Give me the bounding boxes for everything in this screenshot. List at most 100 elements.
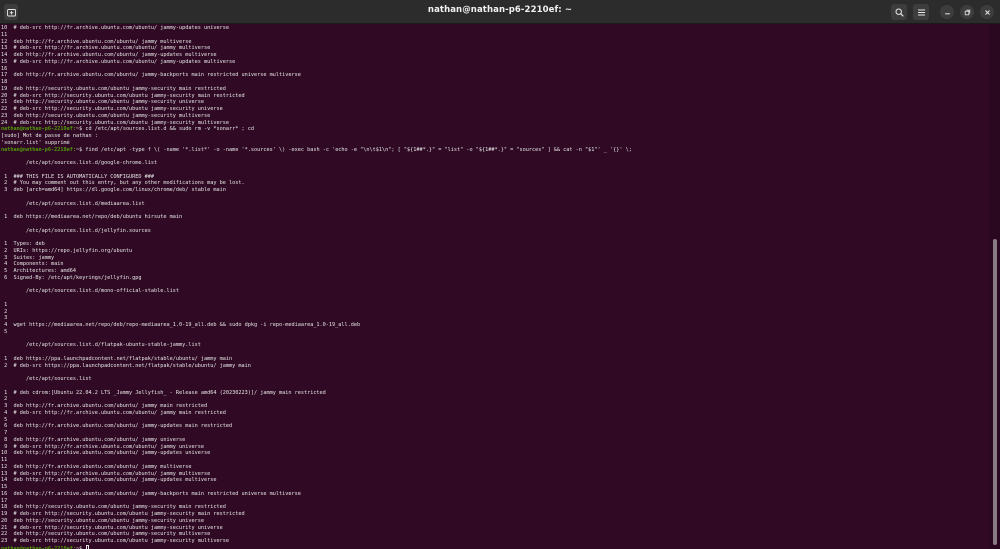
menu-icon	[917, 9, 925, 15]
line-text: ~$ cd /etc/apt/sources.list.d && sudo rm…	[75, 126, 254, 133]
terminal-line: 1	[1, 302, 632, 309]
line-text: 22 # deb-src http://security.ubuntu.com/…	[1, 106, 223, 112]
shell-prompt: nathan@nathan-p6-2210ef:	[1, 146, 76, 153]
restore-button[interactable]	[960, 5, 974, 19]
terminal-line: 3 deb [arch=amd64] https://dl.google.com…	[1, 187, 632, 194]
terminal-line: 6 deb http://fr.archive.ubuntu.com/ubunt…	[1, 423, 632, 430]
line-text: 17	[1, 497, 8, 504]
restore-icon	[964, 9, 970, 15]
line-text: 5 Architectures: amd64	[1, 268, 76, 274]
terminal-line: 19 # deb-src http://security.ubuntu.com/…	[1, 511, 632, 518]
scrollbar-thumb[interactable]	[993, 239, 997, 545]
line-text: 3 deb [arch=amd64] https://dl.google.com…	[1, 187, 226, 193]
line-text: 21 deb http://security.ubuntu.com/ubuntu…	[1, 99, 205, 106]
line-text: ~$ find /etc/apt -type f \( -name '*.lis…	[75, 146, 632, 153]
line-text: 2 URIs: https://repo.jellyfin.org/ubuntu	[1, 247, 133, 254]
line-text: 9 # deb-src http://fr.archive.ubuntu.com…	[1, 443, 205, 450]
line-text: 8 deb http://fr.archive.ubuntu.com/ubunt…	[1, 436, 186, 443]
terminal-line: 1 deb https://ppa.launchpadcontent.net/f…	[1, 356, 632, 363]
terminal-line: /etc/apt/sources.list.d/google-chrome.li…	[1, 160, 632, 167]
terminal-line: 3	[1, 315, 632, 322]
line-text: 20 # deb-src http://security.ubuntu.com/…	[1, 92, 245, 99]
line-text: 23 # deb-src http://security.ubuntu.com/…	[1, 538, 229, 544]
terminal-line: 21 # deb-src http://security.ubuntu.com/…	[1, 525, 632, 532]
terminal-line: 12 deb http://fr.archive.ubuntu.com/ubun…	[1, 464, 632, 471]
line-text: 10 # deb-src http://fr.archive.ubuntu.co…	[1, 25, 229, 31]
line-text: 'sonarr.list' supprimé	[1, 139, 70, 146]
line-text: /etc/apt/sources.list.d/google-chrome.li…	[1, 160, 158, 166]
line-text: 16 deb http://fr.archive.ubuntu.com/ubun…	[1, 490, 301, 497]
terminal-line: 22 deb http://security.ubuntu.com/ubuntu…	[1, 531, 632, 538]
close-icon	[984, 9, 990, 15]
terminal-line: 11	[1, 457, 632, 464]
terminal-line: 21 deb http://security.ubuntu.com/ubuntu…	[1, 99, 632, 106]
terminal-line: /etc/apt/sources.list.d/flatpak-ubuntu-s…	[1, 342, 632, 349]
line-text: 19 deb http://security.ubuntu.com/ubuntu…	[1, 85, 226, 92]
line-text: 19 # deb-src http://security.ubuntu.com/…	[1, 511, 245, 517]
search-icon	[895, 8, 904, 17]
terminal-line: 1 Types: deb	[1, 241, 632, 248]
terminal-line: 22 # deb-src http://security.ubuntu.com/…	[1, 106, 632, 113]
line-text: 13 # deb-src http://fr.archive.ubuntu.co…	[1, 470, 211, 477]
line-text: 4 wget https://mediaarea.net/repo/deb/re…	[1, 322, 361, 328]
terminal-line: 10 deb http://fr.archive.ubuntu.com/ubun…	[1, 450, 632, 457]
terminal-line: 13 # deb-src http://fr.archive.ubuntu.co…	[1, 45, 632, 52]
terminal-line: 2 URIs: https://repo.jellyfin.org/ubuntu	[1, 248, 632, 255]
terminal-line: 2	[1, 396, 632, 403]
terminal-line: 7	[1, 430, 632, 437]
search-button[interactable]	[891, 4, 907, 20]
line-text: 2 # You may comment out this entry, but …	[1, 180, 245, 187]
line-text: 16	[1, 65, 8, 72]
terminal-line: 24 # deb-src http://security.ubuntu.com/…	[1, 120, 632, 127]
terminal-line: 15	[1, 484, 632, 491]
terminal-line: 23 # deb-src http://security.ubuntu.com/…	[1, 538, 632, 545]
terminal-line: 14 deb http://fr.archive.ubuntu.com/ubun…	[1, 52, 632, 59]
terminal-line: 3 Suites: jammy	[1, 255, 632, 262]
line-text: 11	[1, 457, 8, 463]
line-text: 3	[1, 315, 8, 322]
terminal-line: 15 # deb-src http://fr.archive.ubuntu.co…	[1, 59, 632, 66]
minimize-icon	[944, 12, 950, 14]
line-text: 1 ### THIS FILE IS AUTOMATICALLY CONFIGU…	[1, 173, 155, 180]
line-text: 2	[1, 308, 8, 315]
terminal-line: 'sonarr.list' supprimé	[1, 140, 632, 147]
terminal-line: 5 Architectures: amd64	[1, 268, 632, 275]
terminal-line: [sudo] Mot de passe de nathan :	[1, 133, 632, 140]
line-text: 1 deb https://mediaarea.net/repo/deb/ubu…	[1, 214, 183, 220]
terminal-output[interactable]: 10 # deb-src http://fr.archive.ubuntu.co…	[0, 24, 990, 549]
minimize-button[interactable]	[940, 5, 954, 19]
terminal-prompt-line: nathan@nathan-p6-2210ef:~$ find /etc/apt…	[1, 147, 632, 154]
terminal-line: 2 # deb-src https://ppa.launchpadcontent…	[1, 363, 632, 370]
line-text: 1 # deb cdrom:[Ubuntu 22.04.2 LTS _Jammy…	[1, 389, 326, 396]
terminal-lines: 10 # deb-src http://fr.archive.ubuntu.co…	[1, 25, 632, 549]
terminal-line: 1 deb https://mediaarea.net/repo/deb/ubu…	[1, 214, 632, 221]
terminal-line: 20 # deb-src http://security.ubuntu.com/…	[1, 93, 632, 100]
window-titlebar[interactable]: nathan@nathan-p6-2210ef: ~	[0, 0, 1000, 24]
menu-button[interactable]	[913, 4, 929, 20]
line-text: 13 # deb-src http://fr.archive.ubuntu.co…	[1, 45, 211, 52]
line-text: 4 # deb-src http://fr.archive.ubuntu.com…	[1, 409, 226, 416]
line-text: 15 # deb-src http://fr.archive.ubuntu.co…	[1, 58, 236, 65]
terminal-line: 2	[1, 309, 632, 316]
shell-prompt: nathan@nathan-p6-2210ef:	[1, 126, 76, 133]
line-text: 14 deb http://fr.archive.ubuntu.com/ubun…	[1, 52, 217, 58]
close-button[interactable]	[980, 5, 994, 19]
line-text: 2	[1, 396, 8, 403]
line-text: 12 deb http://fr.archive.ubuntu.com/ubun…	[1, 463, 192, 470]
terminal-line: 1 ### THIS FILE IS AUTOMATICALLY CONFIGU…	[1, 174, 632, 181]
line-text: /etc/apt/sources.list	[1, 376, 92, 382]
line-text: /etc/apt/sources.list.d/mediaarea.list	[1, 200, 145, 207]
terminal-line: 8 deb http://fr.archive.ubuntu.com/ubunt…	[1, 437, 632, 444]
terminal-line: 5	[1, 329, 632, 336]
line-text: 12 deb http://fr.archive.ubuntu.com/ubun…	[1, 38, 192, 45]
terminal-line: 6 Signed-By: /etc/apt/keyrings/jellyfin.…	[1, 275, 632, 282]
terminal-scrollbar[interactable]	[990, 24, 1000, 549]
terminal-prompt-line: nathan@nathan-p6-2210ef:~$	[1, 544, 632, 549]
